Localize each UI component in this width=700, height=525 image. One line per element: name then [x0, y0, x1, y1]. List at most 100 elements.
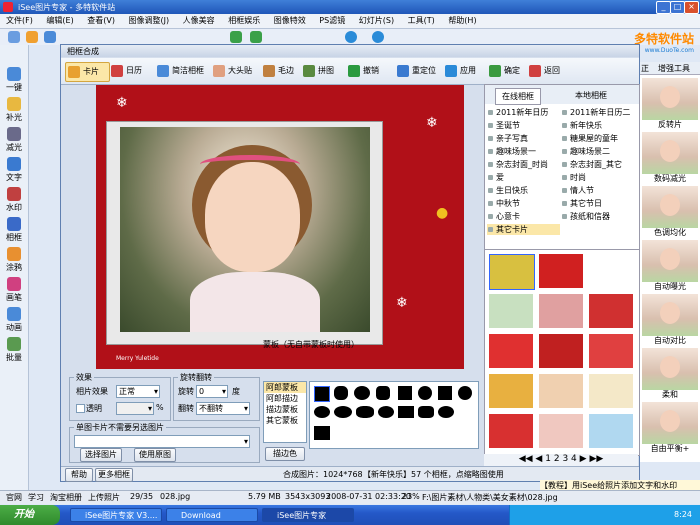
menu-ps-filter[interactable]: PS滤镜: [313, 14, 350, 26]
effect-digital-reduce[interactable]: 数码减光: [642, 132, 698, 183]
rotate-icon[interactable]: [372, 31, 384, 43]
choose-image-button[interactable]: 选择图片: [80, 448, 122, 462]
edge-color-button[interactable]: 描边色: [265, 447, 305, 461]
mask-item[interactable]: 描边蒙板: [264, 404, 306, 415]
frame-canvas[interactable]: ❄ ❄ ❄ ● Merry Yuletide: [96, 85, 464, 369]
frame-thumb[interactable]: [489, 334, 533, 368]
tool-frame[interactable]: 相框: [2, 217, 26, 243]
forward-icon[interactable]: [250, 31, 262, 43]
start-button[interactable]: 开始: [0, 505, 60, 525]
close-button[interactable]: ×: [684, 1, 699, 14]
frame-thumb[interactable]: [539, 294, 583, 328]
frame-thumb[interactable]: [489, 414, 533, 448]
child-photo[interactable]: [120, 127, 370, 332]
prev-page-icon[interactable]: ◀: [535, 454, 542, 464]
menu-adjust[interactable]: 图像调整(J): [123, 14, 175, 26]
frame-thumb[interactable]: [589, 254, 633, 288]
mask-shape[interactable]: [398, 406, 414, 418]
category-item[interactable]: 杂志封面_时尚: [487, 159, 560, 170]
undo-button[interactable]: 撤销: [346, 62, 397, 80]
frame-thumb[interactable]: [489, 374, 533, 408]
menu-frame[interactable]: 相框娱乐: [222, 14, 265, 26]
tool-puzzle[interactable]: 拼图: [301, 62, 352, 80]
mask-item[interactable]: 其它蒙板: [264, 415, 306, 426]
tool-brush[interactable]: 画笔: [2, 277, 26, 303]
category-item[interactable]: 2011新年日历: [487, 107, 560, 118]
effect-reverse-film[interactable]: 反转片: [642, 78, 698, 129]
category-item[interactable]: 生日快乐: [487, 185, 560, 196]
task-isee-v3[interactable]: iSee图片专家 V3....: [70, 508, 162, 522]
task-download[interactable]: Download: [166, 508, 258, 522]
category-item[interactable]: 爱: [487, 172, 560, 183]
page-number[interactable]: 4: [571, 454, 577, 464]
menu-slideshow[interactable]: 幻灯片(S): [353, 14, 399, 26]
page-number[interactable]: 2: [554, 454, 560, 464]
browse-icon[interactable]: [26, 31, 38, 43]
tool-reduce-light[interactable]: 减光: [2, 127, 26, 153]
mask-shape[interactable]: [438, 406, 454, 418]
mask-shape[interactable]: [458, 386, 472, 400]
learn-link[interactable]: 学习: [28, 492, 44, 503]
back-icon[interactable]: [230, 31, 242, 43]
mask-shape[interactable]: [334, 386, 348, 400]
effect-auto-exposure[interactable]: 自动曝光: [642, 240, 698, 291]
category-item[interactable]: 趣味场景一: [487, 146, 560, 157]
effect-soft[interactable]: 柔和: [642, 348, 698, 399]
frame-thumb[interactable]: [539, 374, 583, 408]
frame-thumb[interactable]: [489, 294, 533, 328]
category-item[interactable]: 糖果屋的童年: [561, 133, 634, 144]
mask-shape[interactable]: [314, 426, 330, 440]
category-item[interactable]: 心意卡: [487, 211, 560, 222]
tool-card[interactable]: 卡片: [65, 62, 110, 82]
flip-select[interactable]: 不翻转: [196, 402, 250, 415]
mask-item[interactable]: 阿郎描边: [264, 393, 306, 404]
minimize-button[interactable]: _: [656, 1, 671, 14]
mask-shape[interactable]: [398, 386, 412, 400]
effect-auto-balance[interactable]: 自由平衡+: [642, 402, 698, 453]
category-item[interactable]: 亲子写真: [487, 133, 560, 144]
tool-simple-frame[interactable]: 简洁相框: [155, 62, 218, 80]
mask-shape[interactable]: [418, 386, 432, 400]
category-item[interactable]: 2011新年日历二: [561, 107, 634, 118]
official-site-link[interactable]: 官网: [6, 492, 22, 503]
category-item[interactable]: 圣诞节: [487, 120, 560, 131]
category-item[interactable]: 杂志封面_其它: [561, 159, 634, 170]
category-item[interactable]: 中秋节: [487, 198, 560, 209]
maximize-button[interactable]: □: [670, 1, 685, 14]
page-number[interactable]: 3: [562, 454, 568, 464]
mask-shape[interactable]: [356, 406, 374, 418]
menu-effects[interactable]: 图像特效: [268, 14, 311, 26]
mask-shape[interactable]: [354, 386, 370, 400]
frame-thumb[interactable]: [589, 414, 633, 448]
zoom-icon[interactable]: [345, 31, 357, 43]
open-icon[interactable]: [8, 31, 20, 43]
more-frames-button[interactable]: 更多相框: [95, 468, 133, 482]
mask-shape[interactable]: [438, 386, 452, 400]
tool-big-head[interactable]: 大头贴: [211, 62, 268, 80]
frame-thumb[interactable]: [539, 254, 583, 288]
help-button[interactable]: 帮助: [65, 468, 93, 482]
tool-batch[interactable]: 批量: [2, 337, 26, 363]
menu-view[interactable]: 查看(V): [81, 14, 120, 26]
mask-shape[interactable]: [378, 406, 394, 418]
tool-animation[interactable]: 动画: [2, 307, 26, 333]
first-page-icon[interactable]: ◀◀: [519, 454, 533, 464]
effect-equalize[interactable]: 色调均化: [642, 186, 698, 237]
last-page-icon[interactable]: ▶▶: [589, 454, 603, 464]
mask-shape[interactable]: [314, 386, 330, 402]
category-item[interactable]: 时尚: [561, 172, 634, 183]
frame-thumb[interactable]: [539, 334, 583, 368]
category-item[interactable]: 孩纸和信器: [561, 211, 634, 222]
tool-fill-light[interactable]: 补光: [2, 97, 26, 123]
mask-shape-grid[interactable]: [309, 381, 479, 449]
tool-text[interactable]: 文字: [2, 157, 26, 183]
menu-beauty[interactable]: 人像美容: [177, 14, 220, 26]
transparent-checkbox[interactable]: [76, 404, 85, 413]
tool-watermark[interactable]: 水印: [2, 187, 26, 213]
frame-thumb[interactable]: [589, 294, 633, 328]
next-page-icon[interactable]: ▶: [580, 454, 587, 464]
effect-select[interactable]: 正常: [116, 385, 160, 398]
frame-thumb[interactable]: [539, 414, 583, 448]
return-button[interactable]: 返回: [527, 62, 578, 80]
transparency-input[interactable]: [116, 402, 154, 415]
